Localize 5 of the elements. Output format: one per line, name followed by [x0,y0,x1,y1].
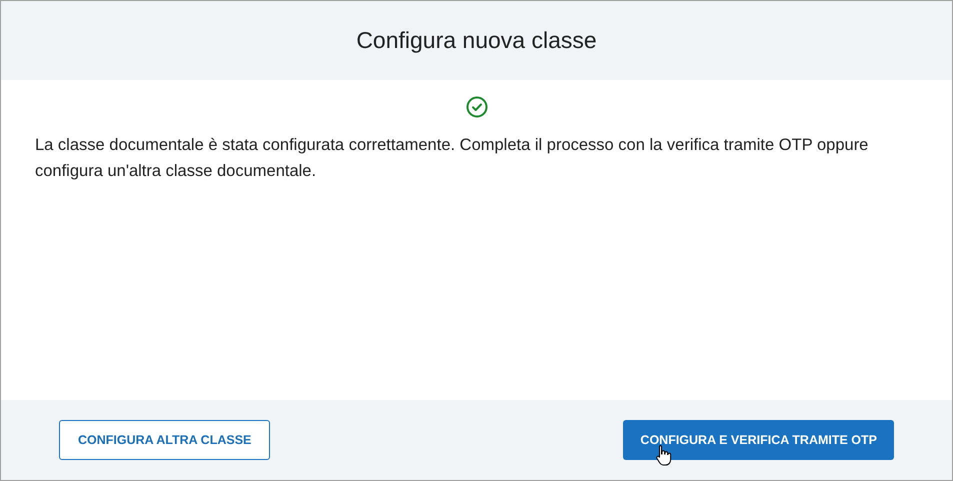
configure-button[interactable]: CONFIGURA ALTRA CLASSE [59,420,270,460]
verify-button[interactable]: CONFIGURA E VERIFICA TRAMITE OTP [623,420,894,460]
dialog-title: Configura nuova classe [356,26,597,56]
success-message: La classe documentale è stata configurata correttamente. Completa il processo con la verifica tramite OTP oppure configura un'altra classe documentale. [35,135,870,182]
hand-cursor-icon [656,444,672,466]
